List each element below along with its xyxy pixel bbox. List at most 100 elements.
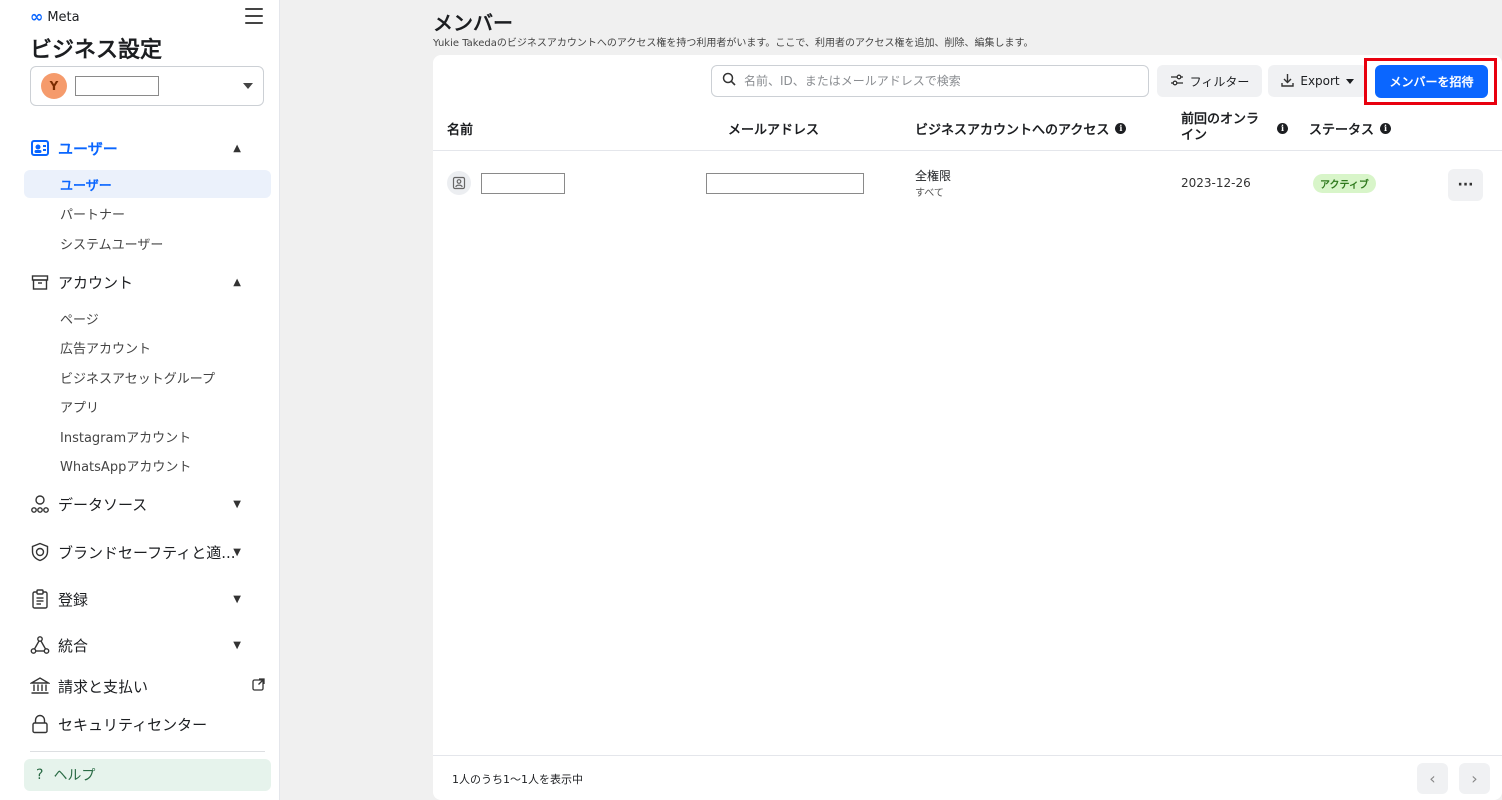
members-card: フィルター Export メンバーを招待 名前 メール bbox=[433, 55, 1502, 800]
redacted-account-name bbox=[75, 76, 159, 96]
toolbar: フィルター Export メンバーを招待 bbox=[433, 58, 1502, 105]
prev-page-button[interactable]: ‹ bbox=[1417, 763, 1448, 794]
sidebar-section-datasources[interactable]: データソース ▼ bbox=[30, 489, 265, 519]
column-header-name[interactable]: 名前 bbox=[447, 105, 473, 151]
filter-icon bbox=[1170, 74, 1184, 89]
sidebar-item-security[interactable]: セキュリティセンター bbox=[30, 709, 265, 739]
chevron-left-icon: ‹ bbox=[1429, 769, 1436, 788]
redacted-member-name bbox=[481, 172, 565, 194]
sidebar-section-label: ブランドセーフティと適... bbox=[58, 543, 236, 562]
sidebar-item-partners[interactable]: パートナー bbox=[24, 199, 271, 227]
column-header-status[interactable]: ステータス i bbox=[1309, 105, 1392, 151]
sidebar-item-billing[interactable]: 請求と支払い bbox=[30, 671, 265, 701]
sidebar-section-users[interactable]: ユーザー ▲ bbox=[30, 133, 265, 163]
brand-name: Meta bbox=[47, 9, 80, 25]
chevron-down-icon: ▼ bbox=[233, 593, 241, 605]
sidebar-section-label: データソース bbox=[58, 495, 148, 514]
chevron-up-icon: ▲ bbox=[233, 276, 241, 288]
sidebar-section-label: セキュリティセンター bbox=[58, 715, 208, 734]
column-label: 名前 bbox=[447, 122, 474, 138]
sidebar-item-whatsapp[interactable]: WhatsAppアカウント bbox=[24, 451, 271, 479]
integrations-icon bbox=[30, 635, 50, 655]
info-icon[interactable]: i bbox=[1115, 122, 1127, 134]
pagination-summary: 1人のうち1〜1人を表示中 bbox=[452, 773, 583, 786]
caret-down-icon bbox=[243, 83, 253, 89]
bank-icon bbox=[30, 676, 50, 696]
question-icon: ? bbox=[36, 767, 44, 783]
lock-icon bbox=[30, 714, 50, 734]
table-header: 名前 メールアドレス ビジネスアカウントへのアクセス i 前回のオンライン i … bbox=[433, 105, 1502, 151]
sidebar-item-users[interactable]: ユーザー bbox=[24, 170, 271, 198]
chevron-down-icon: ▼ bbox=[233, 498, 241, 510]
sidebar-section-registration[interactable]: 登録 ▼ bbox=[30, 584, 265, 614]
sidebar-section-brand-safety[interactable]: ブランドセーフティと適... ▼ bbox=[30, 537, 265, 567]
meta-logo: ∞ Meta bbox=[30, 9, 80, 25]
redacted-member-email bbox=[706, 172, 864, 194]
sidebar-title: ビジネス設定 bbox=[30, 38, 163, 63]
sidebar-item-instagram[interactable]: Instagramアカウント bbox=[24, 422, 271, 450]
export-button[interactable]: Export bbox=[1268, 65, 1367, 97]
chevron-right-icon: › bbox=[1471, 769, 1478, 788]
table-footer: 1人のうち1〜1人を表示中 ‹ › bbox=[433, 755, 1502, 800]
filter-label: フィルター bbox=[1189, 74, 1250, 89]
sidebar-section-label: ユーザー bbox=[58, 139, 118, 158]
table-row[interactable]: 全権限 すべて 2023-12-26 アクティブ bbox=[433, 165, 1502, 205]
caret-down-icon bbox=[1345, 78, 1354, 84]
user-card-icon bbox=[447, 171, 471, 195]
info-icon[interactable]: i bbox=[1277, 122, 1288, 134]
meta-infinity-icon: ∞ bbox=[30, 7, 44, 26]
clipboard-icon bbox=[30, 589, 50, 609]
sidebar-section-accounts[interactable]: アカウント ▲ bbox=[30, 267, 265, 297]
sidebar-section-label: 統合 bbox=[58, 636, 89, 655]
search-input[interactable] bbox=[744, 74, 1138, 88]
help-button[interactable]: ? ヘルプ bbox=[24, 759, 271, 791]
page-description: Yukie Takedaのビジネスアカウントへのアクセス権を持つ利用者がいます。… bbox=[433, 38, 1034, 49]
briefcase-icon bbox=[30, 272, 50, 292]
search-icon bbox=[722, 72, 736, 90]
member-last-online: 2023-12-26 bbox=[1181, 176, 1251, 190]
chevron-down-icon: ▼ bbox=[233, 546, 241, 558]
member-email-cell bbox=[706, 165, 864, 201]
next-page-button[interactable]: › bbox=[1459, 763, 1490, 794]
page-title: メンバー bbox=[433, 11, 513, 35]
info-icon[interactable]: i bbox=[1380, 122, 1392, 134]
sidebar-item-system-users[interactable]: システムユーザー bbox=[24, 229, 271, 257]
sidebar-item-apps[interactable]: アプリ bbox=[24, 392, 271, 420]
download-icon bbox=[1281, 73, 1295, 90]
sidebar-section-label: アカウント bbox=[58, 273, 134, 292]
column-label: ステータス bbox=[1309, 122, 1375, 138]
column-header-access[interactable]: ビジネスアカウントへのアクセス i bbox=[915, 105, 1127, 151]
more-options-button[interactable]: ··· bbox=[1448, 169, 1483, 201]
business-account-selector[interactable]: Y bbox=[30, 66, 264, 106]
sidebar-item-pages[interactable]: ページ bbox=[24, 304, 271, 332]
access-level: 全権限 bbox=[915, 169, 952, 183]
chevron-down-icon: ▼ bbox=[233, 639, 241, 651]
member-status-cell: アクティブ bbox=[1313, 165, 1376, 201]
member-access-cell: 全権限 すべて bbox=[915, 165, 951, 201]
column-label: メールアドレス bbox=[728, 122, 820, 138]
datasource-icon bbox=[30, 494, 50, 514]
chevron-up-icon: ▲ bbox=[233, 142, 241, 154]
sidebar-item-asset-groups[interactable]: ビジネスアセットグループ bbox=[24, 363, 271, 391]
sidebar-item-ad-accounts[interactable]: 広告アカウント bbox=[24, 333, 271, 361]
shield-icon bbox=[30, 542, 50, 562]
sidebar-section-label: 登録 bbox=[58, 590, 89, 609]
search-box[interactable] bbox=[711, 65, 1149, 97]
access-scope: すべて bbox=[915, 188, 944, 199]
users-icon bbox=[30, 138, 50, 158]
invite-member-button[interactable]: メンバーを招待 bbox=[1375, 65, 1488, 98]
column-header-last-online[interactable]: 前回のオンライン i bbox=[1181, 105, 1288, 151]
main-content: メンバー Yukie Takedaのビジネスアカウントへのアクセス権を持つ利用者… bbox=[280, 0, 1502, 800]
sidebar-divider bbox=[30, 751, 265, 752]
column-label: 前回のオンライン bbox=[1181, 112, 1260, 143]
avatar: Y bbox=[41, 73, 67, 99]
invite-highlight-box: メンバーを招待 bbox=[1364, 58, 1497, 105]
column-header-email[interactable]: メールアドレス bbox=[728, 105, 819, 151]
sidebar-section-label: 請求と支払い bbox=[58, 677, 149, 696]
sidebar-section-integrations[interactable]: 統合 ▼ bbox=[30, 630, 265, 660]
status-badge: アクティブ bbox=[1313, 173, 1376, 193]
sidebar: ∞ Meta ビジネス設定 Y ユーザー ▲ ユーザー パートナー システムユー… bbox=[0, 0, 280, 800]
menu-icon[interactable] bbox=[245, 8, 263, 24]
export-label: Export bbox=[1300, 74, 1340, 88]
filter-button[interactable]: フィルター bbox=[1157, 65, 1262, 97]
